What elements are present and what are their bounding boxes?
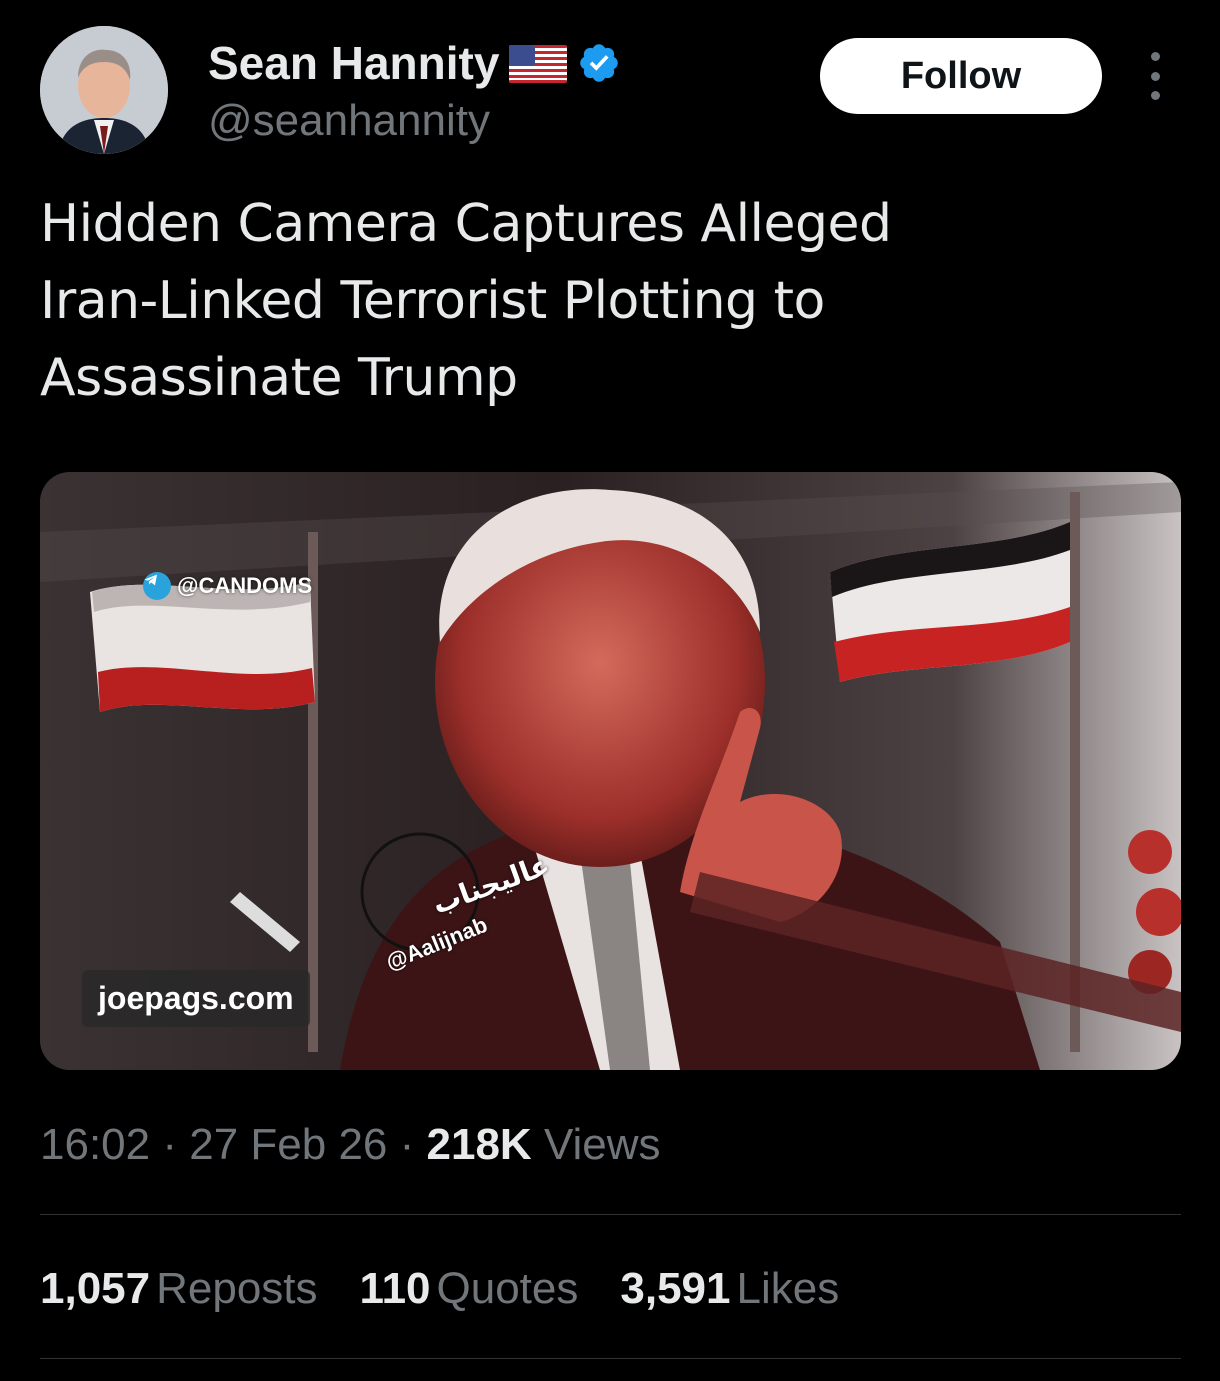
author-handle[interactable]: @seanhannity (208, 96, 490, 146)
views-count: 218K (426, 1120, 532, 1169)
tweet-date[interactable]: 27 Feb 26 (189, 1120, 387, 1169)
telegram-handle-text: @CANDOMS (177, 573, 313, 598)
more-vertical-icon[interactable] (1138, 52, 1172, 100)
more-dot (1150, 52, 1160, 61)
reposts-label: Reposts (156, 1264, 318, 1313)
reposts-count: 1,057 (40, 1264, 151, 1313)
reposts-stat[interactable]: 1,057 Reposts (40, 1264, 318, 1314)
verified-badge-icon[interactable] (577, 41, 621, 85)
tweet-media-image[interactable]: @CANDOMS عالیجناب @Aalijnab joepags.com (40, 472, 1181, 1070)
tweet-text-line: Hidden Camera Captures Alleged (40, 194, 892, 254)
follow-button[interactable]: Follow (820, 38, 1102, 114)
avatar-portrait (40, 26, 168, 154)
tweet-meta: 16:02 · 27 Feb 26 · 218K Views (40, 1120, 661, 1170)
likes-label: Likes (736, 1264, 840, 1313)
more-dot (1150, 91, 1160, 100)
meta-separator: · (399, 1120, 415, 1169)
quotes-label: Quotes (436, 1264, 579, 1313)
us-flag-icon (509, 42, 568, 84)
author-name-row: Sean Hannity (208, 36, 621, 90)
author-avatar[interactable] (40, 26, 168, 154)
quotes-count: 110 (359, 1264, 431, 1313)
quotes-stat[interactable]: 110 Quotes (360, 1264, 579, 1314)
likes-stat[interactable]: 3,591 Likes (620, 1264, 839, 1314)
tweet-text: Hidden Camera Captures Alleged Iran-Link… (40, 186, 1180, 417)
engagement-stats: 1,057 Reposts 110 Quotes 3,591 Likes (40, 1264, 839, 1314)
tweet-time[interactable]: 16:02 (40, 1120, 150, 1169)
divider (40, 1358, 1181, 1359)
tweet-text-line: Iran-Linked Terrorist Plotting to (40, 271, 825, 331)
likes-count: 3,591 (620, 1264, 731, 1313)
telegram-icon (143, 572, 171, 600)
views-label: Views (543, 1120, 661, 1169)
divider (40, 1214, 1181, 1215)
site-watermark: joepags.com (82, 970, 310, 1027)
tweet-text-line: Assassinate Trump (40, 348, 518, 408)
author-display-name[interactable]: Sean Hannity (208, 36, 499, 90)
meta-separator: · (162, 1120, 177, 1169)
telegram-watermark: @CANDOMS (143, 572, 312, 600)
more-dot (1150, 71, 1160, 81)
